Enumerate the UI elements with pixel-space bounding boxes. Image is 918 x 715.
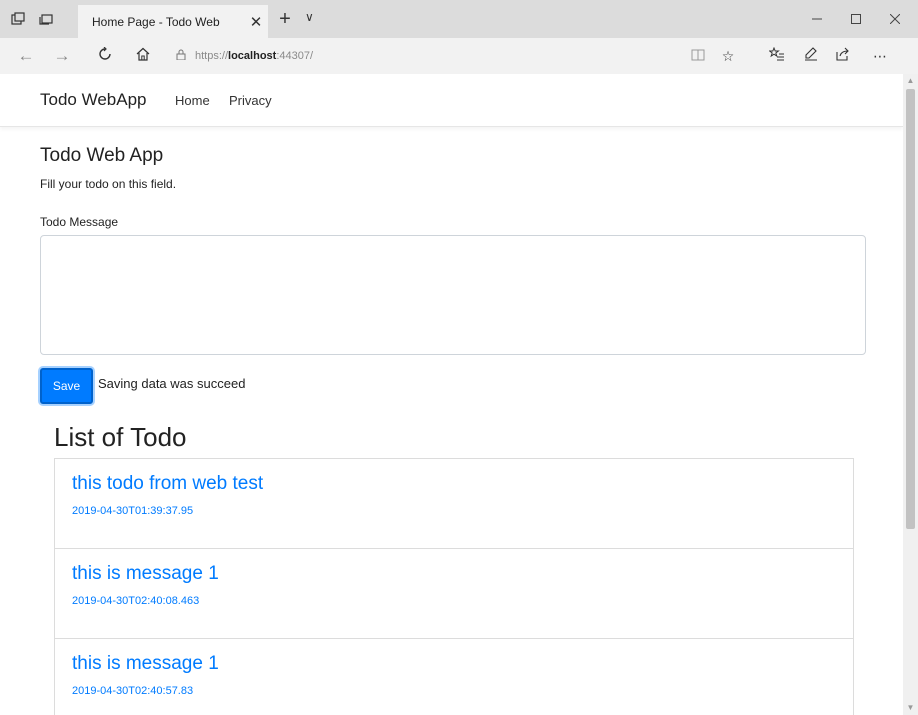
lock-icon (176, 49, 186, 63)
pen-icon[interactable] (802, 47, 820, 65)
more-icon[interactable]: ⋯ (871, 47, 889, 65)
todo-list: this todo from web test 2019-04-30T01:39… (54, 458, 854, 715)
preview-icon[interactable] (38, 11, 54, 27)
list-item[interactable]: this todo from web test 2019-04-30T01:39… (55, 459, 853, 549)
browser-toolbar: ← → https://localhost:44307/ ☆ ⋯ (0, 38, 918, 74)
todo-timestamp: 2019-04-30T02:40:08.463 (72, 595, 200, 607)
address-bar[interactable]: https://localhost:44307/ (176, 45, 656, 67)
refresh-icon[interactable] (95, 46, 115, 66)
vertical-scrollbar[interactable]: ▲ ▼ (903, 74, 918, 715)
scroll-down-icon[interactable]: ▼ (903, 701, 918, 715)
share-icon[interactable] (834, 47, 852, 65)
favorites-hub-icon[interactable] (768, 46, 786, 65)
page-title: Todo Web App (40, 145, 164, 166)
maximize-button[interactable] (837, 6, 875, 32)
scroll-up-icon[interactable]: ▲ (903, 74, 918, 88)
nav-link-home[interactable]: Home (175, 93, 210, 108)
navbar-brand[interactable]: Todo WebApp (40, 90, 146, 110)
tabs-icon[interactable] (10, 11, 26, 27)
new-tab-button[interactable]: + (276, 8, 294, 31)
todo-timestamp: 2019-04-30T01:39:37.95 (72, 505, 194, 517)
site-navbar: Todo WebApp Home Privacy (0, 74, 903, 127)
page-viewport: Todo WebApp Home Privacy Todo Web App Fi… (0, 74, 918, 715)
reading-view-icon[interactable] (689, 47, 707, 65)
home-icon[interactable] (133, 46, 153, 66)
star-icon[interactable]: ☆ (719, 47, 737, 65)
forward-arrow-icon[interactable]: → (52, 46, 72, 66)
page-subtitle: Fill your todo on this field. (40, 177, 177, 191)
close-window-button[interactable] (876, 6, 914, 32)
todo-message-input[interactable] (40, 235, 866, 355)
back-arrow-icon[interactable]: ← (16, 46, 36, 66)
status-message: Saving data was succeed (98, 376, 246, 391)
url-port: :44307/ (276, 50, 314, 62)
browser-title-bar: Home Page - Todo Web ✕ + ∨ (0, 0, 918, 38)
list-item[interactable]: this is message 1 2019-04-30T02:40:57.83 (55, 639, 853, 715)
nav-link-privacy[interactable]: Privacy (229, 93, 272, 108)
todo-list-title: List of Todo (54, 422, 187, 452)
url-scheme: https:// (195, 50, 229, 62)
todo-message[interactable]: this is message 1 (72, 653, 853, 675)
close-icon[interactable]: ✕ (244, 13, 268, 31)
chevron-down-icon[interactable]: ∨ (305, 10, 314, 24)
todo-message[interactable]: this todo from web test (72, 473, 853, 495)
todo-timestamp: 2019-04-30T02:40:57.83 (72, 685, 194, 697)
list-item[interactable]: this is message 1 2019-04-30T02:40:08.46… (55, 549, 853, 639)
url-host: localhost (228, 50, 277, 62)
save-button[interactable]: Save (40, 368, 93, 404)
todo-message[interactable]: this is message 1 (72, 563, 853, 585)
scrollbar-thumb[interactable] (906, 89, 915, 529)
tab-title: Home Page - Todo Web (92, 14, 220, 29)
browser-tab[interactable]: Home Page - Todo Web ✕ (78, 5, 268, 38)
todo-message-label: Todo Message (40, 215, 119, 229)
minimize-button[interactable] (798, 6, 836, 32)
